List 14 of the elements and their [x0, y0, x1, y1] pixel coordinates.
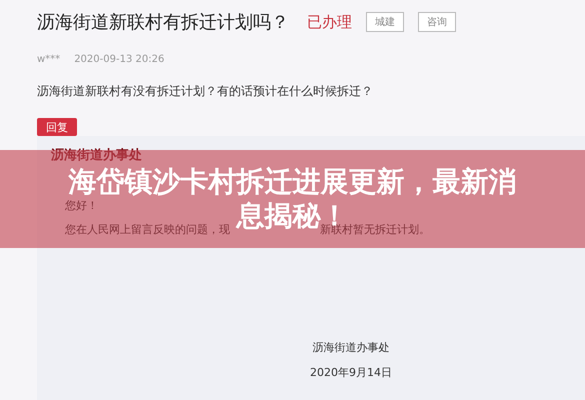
reply-org: 沥海街道办事处 [51, 147, 143, 164]
status-label: 已办理 [307, 12, 352, 32]
category-tag: 咨询 [418, 12, 456, 32]
greeting-text: 您好！ [65, 198, 99, 213]
signature: 沥海街道办事处 [312, 340, 390, 355]
author-name: w*** [37, 54, 60, 65]
question-title: 沥海街道新联村有拆迁计划吗？ [37, 11, 289, 34]
reply-button[interactable]: 回复 [37, 118, 77, 136]
post-time: 2020-09-13 20:26 [74, 54, 164, 65]
reply-text: 您在人民网上留言反映的问题，现 [65, 222, 230, 237]
reply-text: 新联村暂无拆迁计划。 [320, 223, 430, 237]
category-tag: 城建 [366, 12, 404, 32]
question-text: 沥海街道新联村有没有拆迁计划？有的话预计在什么时候拆迁？ [37, 83, 374, 100]
reply-date: 2020年9月14日 [310, 365, 392, 380]
